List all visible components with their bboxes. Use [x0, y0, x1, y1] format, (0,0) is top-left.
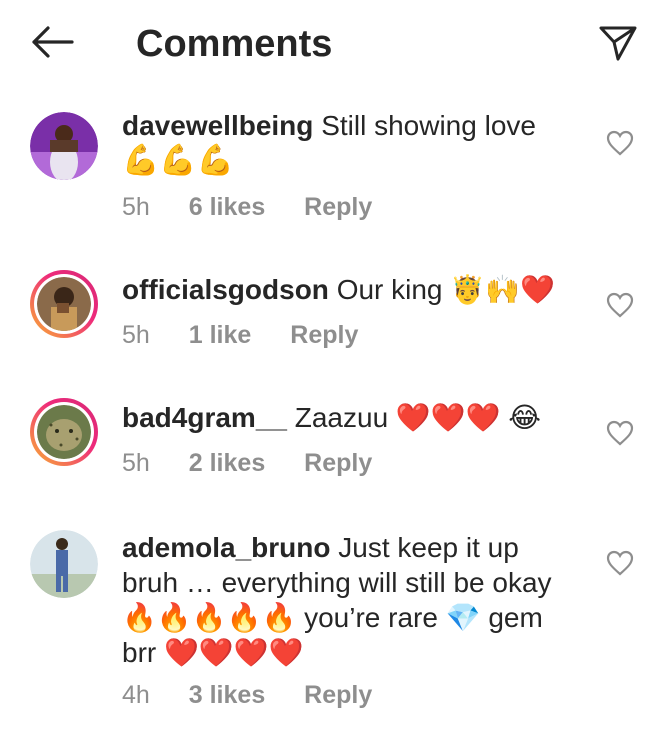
likes-count[interactable]: 2 likes [189, 449, 265, 477]
avatar[interactable] [30, 112, 98, 180]
comment-time: 5h [122, 449, 150, 477]
header-bar: Comments [0, 0, 672, 92]
comment-username[interactable]: davewellbeing [122, 110, 313, 141]
like-button[interactable] [606, 130, 634, 156]
comment-body: Still showing love [321, 110, 536, 141]
comment-body: Our king 🤴🙌❤️ [336, 274, 555, 305]
comment-body: Zaazuu ❤️❤️❤️ 😂 [294, 402, 542, 433]
comment-item: ademola_bruno Just keep it up bruh … eve… [0, 530, 672, 730]
avatar[interactable] [30, 270, 98, 338]
comment-meta: 5h 2 likes Reply [122, 448, 404, 478]
avatar[interactable] [30, 398, 98, 466]
likes-count[interactable]: 3 likes [189, 681, 265, 709]
comment-meta: 4h 3 likes Reply [122, 680, 404, 710]
heart-outline-icon [606, 130, 634, 156]
comment-meta: 5h 1 like Reply [122, 320, 390, 350]
avatar-image [37, 405, 91, 459]
avatar-ring [34, 402, 94, 462]
comment-meta: 5h 6 likes Reply [122, 192, 404, 222]
comment-item: davewellbeing Still showing love 💪💪💪 5h … [0, 108, 672, 228]
like-button[interactable] [606, 292, 634, 318]
comment-time: 5h [122, 193, 150, 221]
reply-button[interactable]: Reply [304, 681, 372, 709]
comment-time: 4h [122, 681, 150, 709]
comment-username[interactable]: bad4gram__ [122, 402, 287, 433]
comment-username[interactable]: officialsgodson [122, 274, 329, 305]
comment-time: 5h [122, 321, 150, 349]
like-button[interactable] [606, 420, 634, 446]
avatar-ring [34, 274, 94, 334]
comment-username[interactable]: ademola_bruno [122, 532, 330, 563]
heart-outline-icon [606, 550, 634, 576]
page-title: Comments [136, 23, 333, 65]
heart-outline-icon [606, 420, 634, 446]
comment-item: bad4gram__ Zaazuu ❤️❤️❤️ 😂 5h 2 likes Re… [0, 396, 672, 496]
likes-count[interactable]: 6 likes [189, 193, 265, 221]
comment-text: davewellbeing Still showing love 💪💪💪 [122, 108, 582, 178]
avatar-image [30, 530, 98, 598]
send-button[interactable] [598, 22, 638, 62]
heart-outline-icon [606, 292, 634, 318]
like-button[interactable] [606, 550, 634, 576]
reply-button[interactable]: Reply [304, 449, 372, 477]
avatar-image [37, 277, 91, 331]
paper-plane-icon [599, 26, 637, 61]
comment-text: bad4gram__ Zaazuu ❤️❤️❤️ 😂 [122, 400, 582, 435]
comment-emoji: 💪💪💪 [122, 143, 235, 178]
arrow-left-icon [32, 26, 74, 58]
reply-button[interactable]: Reply [290, 321, 358, 349]
likes-count[interactable]: 1 like [189, 321, 252, 349]
comment-text: ademola_bruno Just keep it up bruh … eve… [122, 530, 582, 670]
avatar[interactable] [30, 530, 98, 598]
back-button[interactable] [28, 22, 76, 62]
reply-button[interactable]: Reply [304, 193, 372, 221]
comment-text: officialsgodson Our king 🤴🙌❤️ [122, 272, 582, 307]
comment-item: officialsgodson Our king 🤴🙌❤️ 5h 1 like … [0, 268, 672, 368]
avatar-image [30, 112, 98, 180]
